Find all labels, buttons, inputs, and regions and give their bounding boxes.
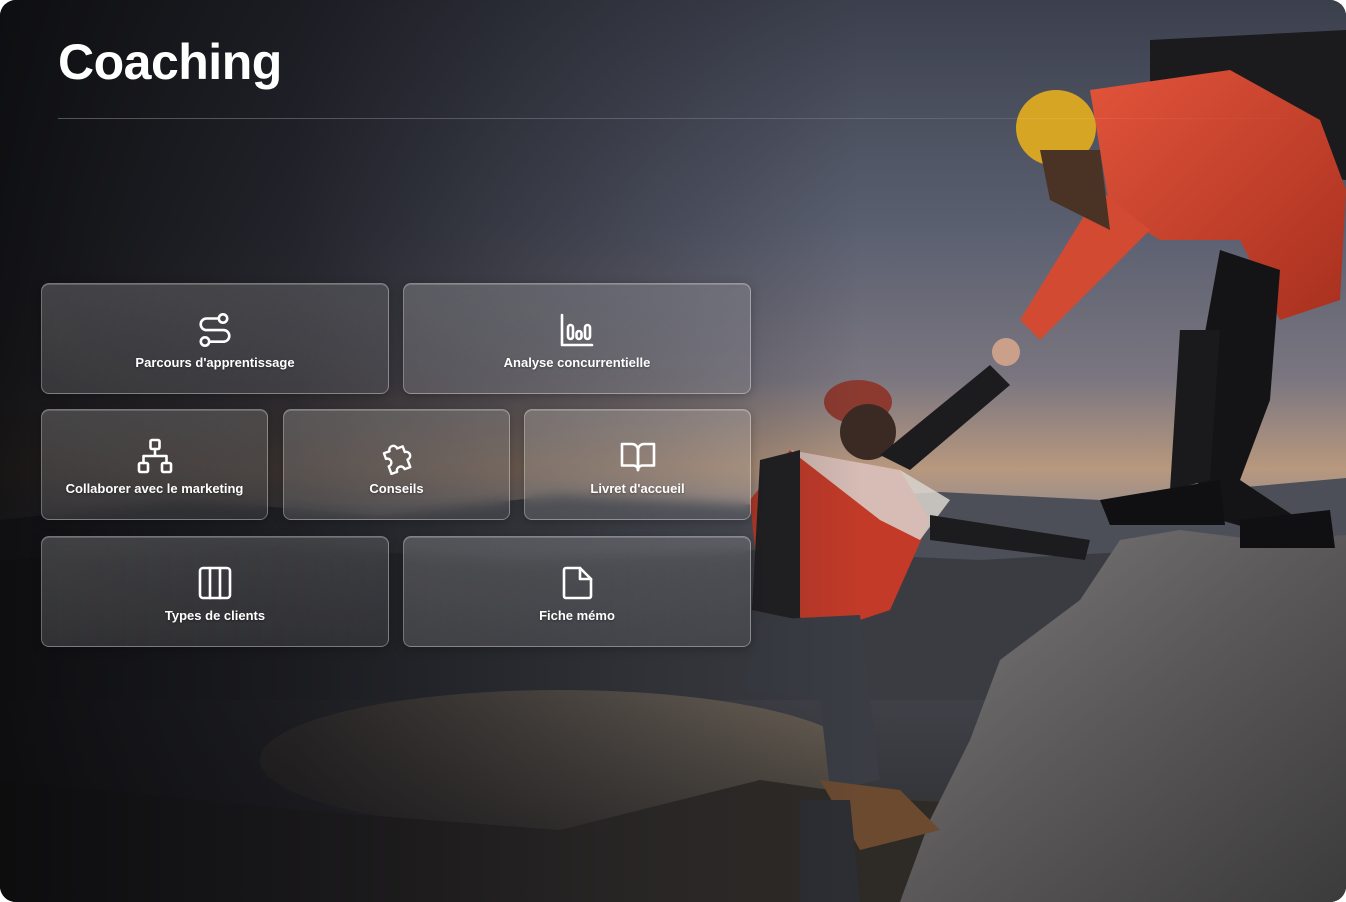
- page-title: Coaching: [58, 34, 282, 90]
- hierarchy-icon: [136, 437, 174, 475]
- route-icon: [196, 311, 234, 349]
- title-divider: [58, 118, 1288, 119]
- tile-conseils[interactable]: Conseils: [283, 409, 510, 520]
- puzzle-icon: [378, 437, 416, 475]
- tile-label: Analyse concurrentielle: [503, 354, 651, 370]
- document-icon: [558, 564, 596, 602]
- tile-fiche-memo[interactable]: Fiche mémo: [403, 536, 751, 647]
- tile-label: Livret d'accueil: [590, 480, 685, 496]
- tile-collaborer-marketing[interactable]: Collaborer avec le marketing: [41, 409, 268, 520]
- tile-label: Types de clients: [164, 607, 266, 623]
- columns-icon: [196, 564, 234, 602]
- tile-parcours-apprentissage[interactable]: Parcours d'apprentissage: [41, 283, 389, 394]
- open-book-icon: [619, 437, 657, 475]
- tile-label: Conseils: [369, 480, 424, 496]
- coaching-panel: Coaching Parcours d'apprentissage Analys…: [0, 0, 1346, 902]
- bar-chart-icon: [558, 311, 596, 349]
- tile-label: Parcours d'apprentissage: [135, 354, 295, 370]
- tile-livret-accueil[interactable]: Livret d'accueil: [524, 409, 751, 520]
- tile-analyse-concurrentielle[interactable]: Analyse concurrentielle: [403, 283, 751, 394]
- tile-label: Fiche mémo: [539, 607, 615, 623]
- tile-label: Collaborer avec le marketing: [65, 480, 244, 496]
- tile-types-clients[interactable]: Types de clients: [41, 536, 389, 647]
